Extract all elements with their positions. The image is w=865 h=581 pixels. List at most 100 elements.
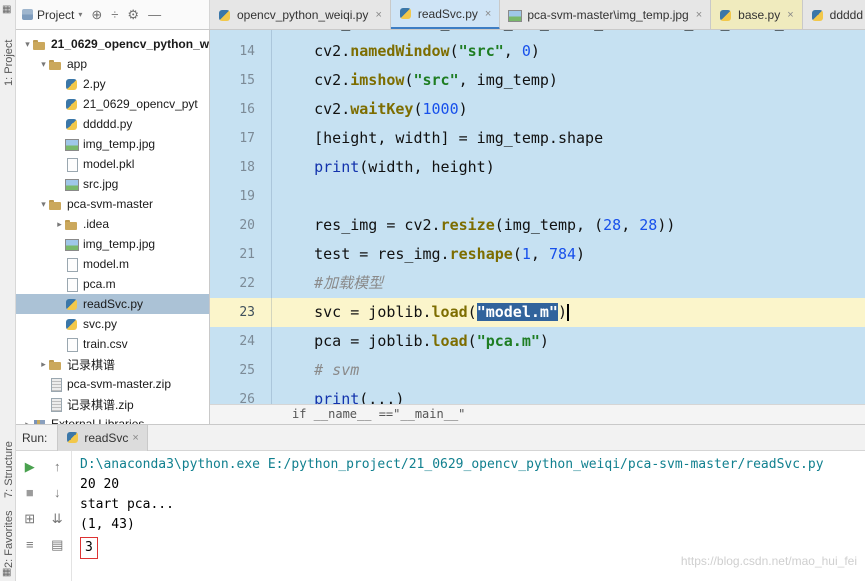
code-line-24[interactable]: 24 pca = joblib.load("pca.m") [210, 327, 865, 356]
chevron-icon[interactable]: ▾ [22, 39, 33, 50]
code-line-14[interactable]: 14 cv2.namedWindow("src", 0) [210, 37, 865, 66]
tree-item-ddddd.py[interactable]: ddddd.py [16, 114, 209, 134]
code-line-22[interactable]: 22 #加载模型 [210, 269, 865, 298]
restore-layout-icon[interactable]: ⊞ [24, 511, 35, 526]
tree-item-readSvc.py[interactable]: readSvc.py [16, 294, 209, 314]
scroll-to-end-icon[interactable]: ▤ [51, 537, 63, 552]
code-token: # svm [314, 361, 359, 379]
tree-item-label: External Libraries [51, 417, 144, 424]
tree-item-model.m[interactable]: model.m [16, 254, 209, 274]
chevron-icon[interactable]: ▾ [38, 199, 49, 210]
console-toolbar: ▶ ■ ⊞ ≡ ↑ ↓ ⇊ ▤ [16, 451, 72, 581]
code-token [278, 274, 314, 292]
code-line-23[interactable]: 23 svc = joblib.load("model.m") [210, 298, 865, 327]
code-line-15[interactable]: 15 cv2.imshow("src", img_temp) [210, 66, 865, 95]
code-token [278, 361, 314, 379]
close-icon[interactable]: × [696, 9, 702, 21]
code-line-13[interactable]: 13 img_temp = img_temp[p_y:p_y + p_heigh… [210, 30, 865, 37]
tree-item-记录棋谱.zip[interactable]: 记录棋谱.zip [16, 394, 209, 414]
tree-item-pca-svm-master[interactable]: ▾pca-svm-master [16, 194, 209, 214]
code-line-18[interactable]: 18 print(width, height) [210, 153, 865, 182]
close-icon[interactable]: × [375, 9, 381, 21]
scroll-from-source-icon[interactable]: ÷ [111, 7, 118, 22]
project-toolwindow-button[interactable]: 1: Project [3, 40, 15, 86]
code-line-26[interactable]: 26 print(...) [210, 385, 865, 404]
tree-item-21_0629_opencv_python_w[interactable]: ▾21_0629_opencv_python_w [16, 34, 209, 54]
tree-item-.idea[interactable]: ▸.idea [16, 214, 209, 234]
image-icon [65, 178, 79, 191]
close-icon[interactable]: × [787, 9, 793, 21]
console-input-value[interactable]: 3 [80, 537, 98, 559]
close-icon[interactable]: × [485, 8, 491, 20]
tree-item-label: pca.m [83, 277, 116, 291]
code-token: , img_temp) [459, 71, 558, 89]
add-icon[interactable]: ⊕ [91, 7, 102, 22]
rerun-icon[interactable]: ▶ [25, 459, 35, 474]
favorites-toolwindow-button[interactable]: 2: Favorites [3, 511, 15, 568]
code-token: ( [513, 245, 522, 263]
tree-item-pca-svm-master.zip[interactable]: pca-svm-master.zip [16, 374, 209, 394]
line-number: 17 [210, 124, 272, 153]
code-line-19[interactable]: 19 [210, 182, 865, 211]
structure-toolwindow-button[interactable]: 7: Structure [3, 441, 15, 498]
console-output-line: 20 20 [80, 475, 857, 495]
tree-item-pca.m[interactable]: pca.m [16, 274, 209, 294]
tree-item-2.py[interactable]: 2.py [16, 74, 209, 94]
tab-base.py[interactable]: base.py× [711, 0, 802, 29]
code-line-21[interactable]: 21 test = res_img.reshape(1, 784) [210, 240, 865, 269]
code-line-17[interactable]: 17 [height, width] = img_temp.shape [210, 124, 865, 153]
code-token: #加载模型 [314, 274, 383, 292]
up-stack-trace-icon[interactable]: ↑ [54, 459, 61, 474]
console-settings-icon[interactable]: ≡ [26, 537, 34, 552]
run-console: ▶ ■ ⊞ ≡ ↑ ↓ ⇊ ▤ D:\anaconda3\python.exe E:/pyt… [16, 451, 865, 581]
stop-icon[interactable]: ■ [26, 485, 34, 500]
chevron-icon[interactable]: ▸ [38, 359, 49, 370]
code-token: res_img = cv2. [278, 216, 441, 234]
hide-panel-icon[interactable]: — [148, 7, 161, 22]
tree-item-src.jpg[interactable]: src.jpg [16, 174, 209, 194]
toolbar-icons: ⊕ ÷ ⚙ — [91, 6, 170, 24]
run-tab-label: readSvc [84, 431, 128, 445]
run-tab-readSvc[interactable]: readSvc × [57, 425, 147, 451]
code-token: test = res_img. [278, 245, 450, 263]
run-panel-label: Run: [22, 431, 47, 445]
tree-item-21_0629_opencv_pyt[interactable]: 21_0629_opencv_pyt [16, 94, 209, 114]
python-icon [811, 9, 825, 22]
tree-item-model.pkl[interactable]: model.pkl [16, 154, 209, 174]
tree-item-train.csv[interactable]: train.csv [16, 334, 209, 354]
tab-opencv_python_weiqi.py[interactable]: opencv_python_weiqi.py× [210, 0, 391, 29]
code-token: "model.m" [477, 303, 558, 321]
console-output[interactable]: D:\anaconda3\python.exe E:/python_projec… [72, 451, 865, 581]
code-line-25[interactable]: 25 # svm [210, 356, 865, 385]
down-stack-trace-icon[interactable]: ↓ [54, 485, 61, 500]
code-token: print [314, 158, 359, 176]
tree-item-app[interactable]: ▾app [16, 54, 209, 74]
line-number: 25 [210, 356, 272, 385]
soft-wrap-icon[interactable]: ⇊ [52, 511, 63, 526]
tab-readSvc.py[interactable]: readSvc.py× [391, 0, 500, 29]
close-icon[interactable]: × [132, 432, 138, 444]
code-line-16[interactable]: 16 cv2.waitKey(1000) [210, 95, 865, 124]
tree-item-img_temp.jpg[interactable]: img_temp.jpg [16, 134, 209, 154]
settings-gear-icon[interactable]: ⚙ [127, 7, 139, 22]
tree-item-记录棋谱[interactable]: ▸记录棋谱 [16, 354, 209, 374]
bottom-switcher-icon[interactable]: ▦ [2, 567, 11, 578]
project-selector[interactable]: Project ▾ [22, 8, 82, 22]
code-token: cv2. [278, 42, 350, 60]
tab-pca-svm-master\img_temp.jpg[interactable]: pca-svm-master\img_temp.jpg× [500, 0, 711, 29]
chevron-icon[interactable]: ▾ [38, 59, 49, 70]
tool-window-switcher-icon[interactable]: ▦ [2, 4, 11, 15]
tree-item-External Libraries[interactable]: ▸External Libraries [16, 414, 209, 424]
code-line-20[interactable]: 20 res_img = cv2.resize(img_temp, (28, 2… [210, 211, 865, 240]
code-editor[interactable]: 13 img_temp = img_temp[p_y:p_y + p_heigh… [210, 30, 865, 404]
code-token: , [504, 42, 522, 60]
tree-item-svc.py[interactable]: svc.py [16, 314, 209, 334]
zip-icon [49, 378, 63, 391]
chevron-icon[interactable]: ▸ [54, 219, 65, 230]
console-toolbar-col1: ▶ ■ ⊞ ≡ [16, 451, 44, 581]
tab-ddddd[interactable]: ddddd [803, 0, 865, 29]
code-text: cv2.waitKey(1000) [272, 95, 865, 124]
code-text: print(...) [272, 385, 865, 404]
tree-item-img_temp.jpg[interactable]: img_temp.jpg [16, 234, 209, 254]
code-token: waitKey [350, 100, 413, 118]
